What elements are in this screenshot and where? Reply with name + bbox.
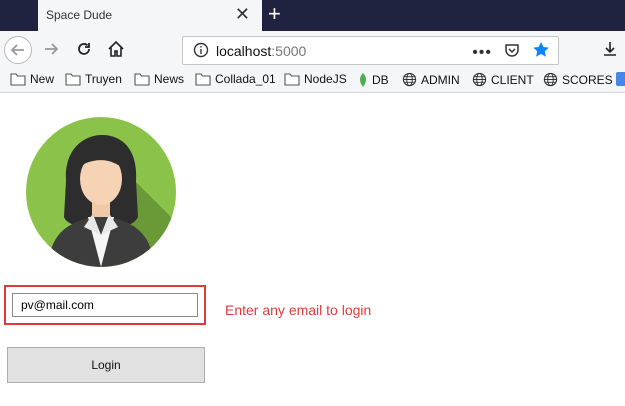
close-icon[interactable]: ✕ [235, 5, 250, 23]
reload-button[interactable] [72, 37, 96, 61]
globe-icon [472, 72, 487, 87]
avatar [26, 117, 176, 267]
bookmark-label: NodeJS [304, 72, 347, 86]
bookmark-item[interactable]: New [10, 72, 54, 86]
user-avatar-icon [26, 117, 176, 267]
page-content: Enter any email to login Login [0, 93, 625, 406]
more-actions-icon[interactable]: ••• [472, 44, 492, 61]
browser-tab[interactable]: Space Dude ✕ [38, 0, 262, 31]
globe-icon [543, 72, 558, 87]
bookmark-overflow-icon[interactable] [616, 72, 625, 86]
tab-bar: Space Dude ✕ + [0, 0, 625, 31]
bookmark-label: ADMIN [421, 72, 460, 87]
bookmark-item[interactable]: Collada_01 [195, 72, 276, 86]
url-text[interactable]: localhost:5000 [216, 43, 306, 59]
home-button[interactable] [104, 37, 128, 61]
bookmark-label: Truyen [85, 72, 122, 86]
bookmark-label: DB [372, 73, 389, 87]
folder-icon [65, 73, 81, 86]
back-button[interactable] [4, 36, 32, 64]
bookmark-star-icon[interactable] [532, 41, 550, 64]
email-input[interactable] [12, 293, 198, 317]
download-icon [604, 42, 616, 56]
bookmark-label: Collada_01 [215, 72, 276, 86]
library-button[interactable] [598, 37, 622, 61]
navigation-bar: localhost:5000 ••• [0, 31, 625, 68]
email-field-highlight [4, 285, 206, 325]
folder-icon [10, 73, 26, 86]
folder-icon [284, 73, 300, 86]
bookmark-label: SCORES [562, 72, 613, 87]
new-tab-icon[interactable]: + [268, 1, 281, 27]
info-icon[interactable] [193, 42, 209, 63]
bookmark-item[interactable]: News [134, 72, 184, 86]
url-host: localhost [216, 43, 272, 59]
folder-icon [134, 73, 150, 86]
leaf-icon [360, 73, 366, 87]
folder-icon [195, 73, 211, 86]
tab-title: Space Dude [46, 8, 113, 22]
reload-icon [78, 43, 90, 55]
bookmark-label: News [154, 72, 185, 86]
bookmark-label: CLIENT [491, 72, 534, 87]
url-port: :5000 [271, 43, 307, 59]
globe-icon [402, 72, 417, 87]
bookmark-item[interactable]: ADMIN [402, 72, 460, 87]
bookmark-item[interactable]: CLIENT [472, 72, 534, 87]
bookmark-label: New [30, 72, 55, 86]
bookmark-item[interactable]: DB [358, 72, 389, 88]
home-icon [108, 40, 124, 57]
login-button[interactable]: Login [7, 347, 205, 383]
pocket-icon[interactable] [504, 42, 520, 63]
back-arrow-icon [10, 44, 24, 56]
address-bar[interactable]: localhost:5000 ••• [182, 36, 559, 65]
error-message: Enter any email to login [225, 302, 372, 318]
bookmarks-toolbar: New Truyen News Collada_01 NodeJS DB ADM… [0, 68, 625, 93]
bookmark-item[interactable]: SCORES [543, 72, 613, 87]
bookmark-item[interactable]: NodeJS [284, 72, 347, 86]
bookmark-item[interactable]: Truyen [65, 72, 122, 86]
forward-button[interactable] [39, 37, 63, 61]
forward-arrow-icon [45, 43, 59, 55]
